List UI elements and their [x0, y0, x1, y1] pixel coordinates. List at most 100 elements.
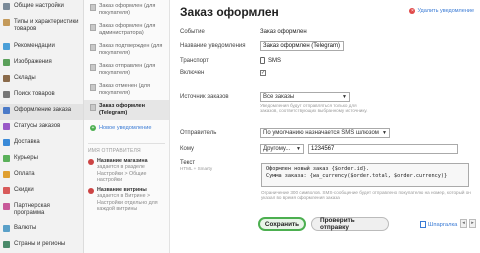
delete-icon: × [409, 8, 416, 14]
scroll-left-button[interactable]: ◂ [460, 219, 467, 228]
sidebar-item[interactable]: Курьеры [0, 152, 83, 168]
sidebar-item-label: Статусы заказов [14, 123, 61, 129]
sidebar-item-label: Скидки [14, 187, 34, 193]
store-icon [88, 159, 94, 165]
sidebar-item-label: Оформление заказа [14, 107, 72, 113]
sidebar-item-label: Изображения [14, 59, 52, 65]
delete-label: Удалить уведомление [417, 8, 474, 14]
text-note: Ограничение 300 символов. SMS-сообщение … [261, 190, 471, 201]
sidebar-item-label: Страны и регионы [14, 241, 66, 247]
sidebar-item[interactable]: Оплата [0, 168, 83, 184]
notification-item[interactable]: Заказ оформлен (Telegram) [84, 100, 169, 120]
sidebar-item[interactable]: Валюты [0, 222, 83, 238]
boxes-icon [3, 19, 10, 26]
cheatsheet-link[interactable]: Шпаргалка [420, 221, 457, 228]
sender-text: Название витрины задается в Витрине > На… [97, 187, 165, 212]
image-icon [3, 59, 10, 66]
sender-description: задается в разделе Настройки > Общие нас… [97, 164, 147, 183]
sidebar-item-label: Партнерская программа [14, 203, 50, 216]
sidebar-item[interactable]: Склады [0, 72, 83, 88]
name-input[interactable]: Заказ оформлен (Telegram) [260, 41, 344, 51]
sender-select[interactable]: По умолчанию назначается SMS шлюзом ▼ [260, 128, 390, 138]
source-select[interactable]: Все заказы ▼ [260, 92, 350, 102]
notifications-list: Заказ оформлен (для покупателя) Заказ офо… [84, 0, 169, 120]
sidebar-item[interactable]: Оформление заказа [0, 104, 83, 120]
scroll-right-button[interactable]: ▸ [469, 219, 476, 228]
text-label-group: Текст HTML + Smarty [180, 160, 212, 171]
notification-label: Заказ отправлен (для покупателя) [99, 63, 156, 76]
enabled-checkbox[interactable]: ✓ [260, 70, 266, 76]
notification-item[interactable]: Заказ оформлен (для покупателя) [84, 0, 169, 20]
chevron-down-icon: ▼ [296, 146, 301, 152]
sidebar-item[interactable]: Поиск товаров [0, 88, 83, 104]
notification-label: Заказ оформлен (для администратора) [99, 23, 156, 36]
sidebar-item-label: Доставка [14, 139, 40, 145]
sidebar-item[interactable]: Рекомендации [0, 40, 83, 56]
sidebar-item[interactable]: Скидки [0, 184, 83, 200]
to-input[interactable]: 1234567 [308, 144, 458, 154]
sidebar-item-label: Рекомендации [14, 43, 55, 49]
chevron-down-icon: ▼ [342, 94, 347, 100]
page-title: Заказ оформлен [180, 5, 279, 19]
sidebar-item[interactable]: Общие настройки [0, 0, 83, 16]
warehouse-icon [3, 75, 10, 82]
partner-icon [3, 203, 10, 210]
sidebar-item-label: Склады [14, 75, 36, 81]
globe-icon [3, 241, 10, 248]
notification-item[interactable]: Заказ отменен (для покупателя) [84, 80, 169, 100]
name-label: Название уведомления [180, 43, 246, 49]
delete-notification-link[interactable]: × Удалить уведомление [409, 8, 474, 14]
truck-icon [3, 139, 10, 146]
notification-label: Заказ подтвержден (для покупателя) [99, 43, 163, 56]
sidebar-item[interactable]: Типы и характеристики товаров [0, 16, 83, 40]
new-notification-link[interactable]: + Новое уведомление [84, 120, 169, 136]
notification-item[interactable]: Заказ подтвержден (для покупателя) [84, 40, 169, 60]
document-icon [90, 104, 96, 111]
notification-text: Заказ отменен (для покупателя) [99, 83, 165, 98]
store-icon [88, 188, 94, 195]
event-value: Заказ оформлен [260, 29, 307, 35]
enabled-row: Включен ✓ [180, 70, 266, 76]
search-icon [3, 91, 10, 98]
payment-icon [3, 171, 10, 178]
transport-value: SMS [268, 57, 282, 64]
to-label: Кому [180, 146, 195, 152]
document-icon [90, 84, 96, 91]
notification-item[interactable]: Заказ отправлен (для покупателя) [84, 60, 169, 80]
sender-description: задается в Витрине > Настройки отдельно … [97, 193, 158, 213]
new-notification-label: Новое уведомление [99, 125, 152, 131]
document-icon [90, 4, 96, 11]
sender-row: Отправитель По умолчанию назначается SMS… [180, 128, 390, 138]
sidebar-item[interactable]: Страны и регионы [0, 238, 83, 253]
sender-info: Название магазина задается в разделе Нас… [84, 156, 169, 185]
senders-title: ИМЯ ОТПРАВИТЕЛЯ [88, 143, 165, 154]
sidebar-item-label: Валюты [14, 225, 37, 231]
sidebar-item[interactable]: Доставка [0, 136, 83, 152]
sender-info: Название витрины задается в Витрине > На… [84, 185, 169, 214]
sidebar-item[interactable]: Статусы заказов [0, 120, 83, 136]
document-icon [90, 44, 96, 51]
text-editor[interactable]: Оформлен новый заказ {$order.id}. Сумма … [261, 163, 469, 187]
save-button[interactable]: Сохранить [258, 217, 306, 231]
senders-list: Название магазина задается в разделе Нас… [84, 156, 169, 214]
phone-icon [260, 57, 265, 64]
to-select-value: Другому... [263, 146, 291, 152]
check-sending-button[interactable]: Проверить отправку [311, 217, 389, 231]
notification-item[interactable]: Заказ оформлен (для администратора) [84, 20, 169, 40]
sender-label: Отправитель [180, 130, 217, 136]
sidebar-item[interactable]: Изображения [0, 56, 83, 72]
document-icon [90, 24, 96, 31]
to-select[interactable]: Другому... ▼ [260, 144, 304, 154]
notification-label: Заказ оформлен [99, 103, 146, 109]
notification-label: Заказ оформлен (для покупателя) [99, 3, 156, 16]
event-label: Событие [180, 29, 205, 35]
settings-sidebar: Общие настройки Типы и характеристики тов… [0, 0, 84, 253]
courier-icon [3, 155, 10, 162]
cheatsheet-icon [420, 221, 426, 228]
notifications-panel: Заказ оформлен (для покупателя) Заказ офо… [84, 0, 170, 253]
text-sub-label: HTML + Smarty [180, 166, 213, 171]
gear-icon [3, 3, 10, 10]
notification-text: Заказ оформлен (для покупателя) [99, 3, 165, 18]
source-label: Источник заказов [180, 94, 229, 100]
sidebar-item[interactable]: Партнерская программа [0, 200, 83, 222]
